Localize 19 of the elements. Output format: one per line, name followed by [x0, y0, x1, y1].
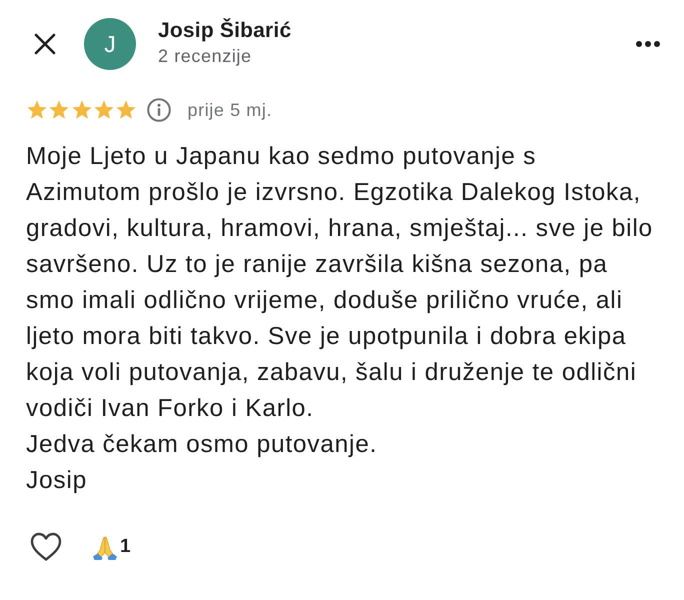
review-time: prije 5 mj.: [187, 100, 272, 120]
reviewer-name[interactable]: Josip Šibarić: [158, 18, 292, 42]
star-icon: [115, 99, 138, 121]
reaction-button[interactable]: 1: [92, 534, 131, 560]
review-count: 2 recenzije: [158, 46, 252, 66]
star-icon: [70, 99, 93, 121]
star-icon: [92, 99, 115, 121]
heart-icon[interactable]: [30, 532, 62, 562]
close-icon[interactable]: [33, 32, 57, 56]
praying-hands-icon: [92, 534, 118, 560]
star-icon: [48, 99, 70, 121]
more-icon[interactable]: [636, 41, 660, 47]
avatar: J: [84, 18, 136, 70]
review-text: Jedva čekam osmo putovanje.: [26, 430, 378, 460]
review-text: Josip: [26, 466, 88, 496]
info-icon[interactable]: [147, 98, 172, 122]
review-text: Moje Ljeto u Japanu kao sedmo putovanje s Azimutom prošlo je izvrsno. Egzotika Dalekog Istoka, gradovi, kultura, hramovi, hrana, smještaj... sve je bilo savršeno. Uz to je ranije završila kišna sezona, pa smo imali odlično vrijeme, doduše prilično vruće, ali ljeto mora biti takvo. Sve je upotpunila i dobra ekipa koja voli putovanja, zabavu, šalu i druženje te odlični vodiči Ivan Forko i Karlo.: [26, 142, 654, 424]
star-icon: [26, 99, 48, 121]
reaction-count: 1: [120, 536, 131, 558]
